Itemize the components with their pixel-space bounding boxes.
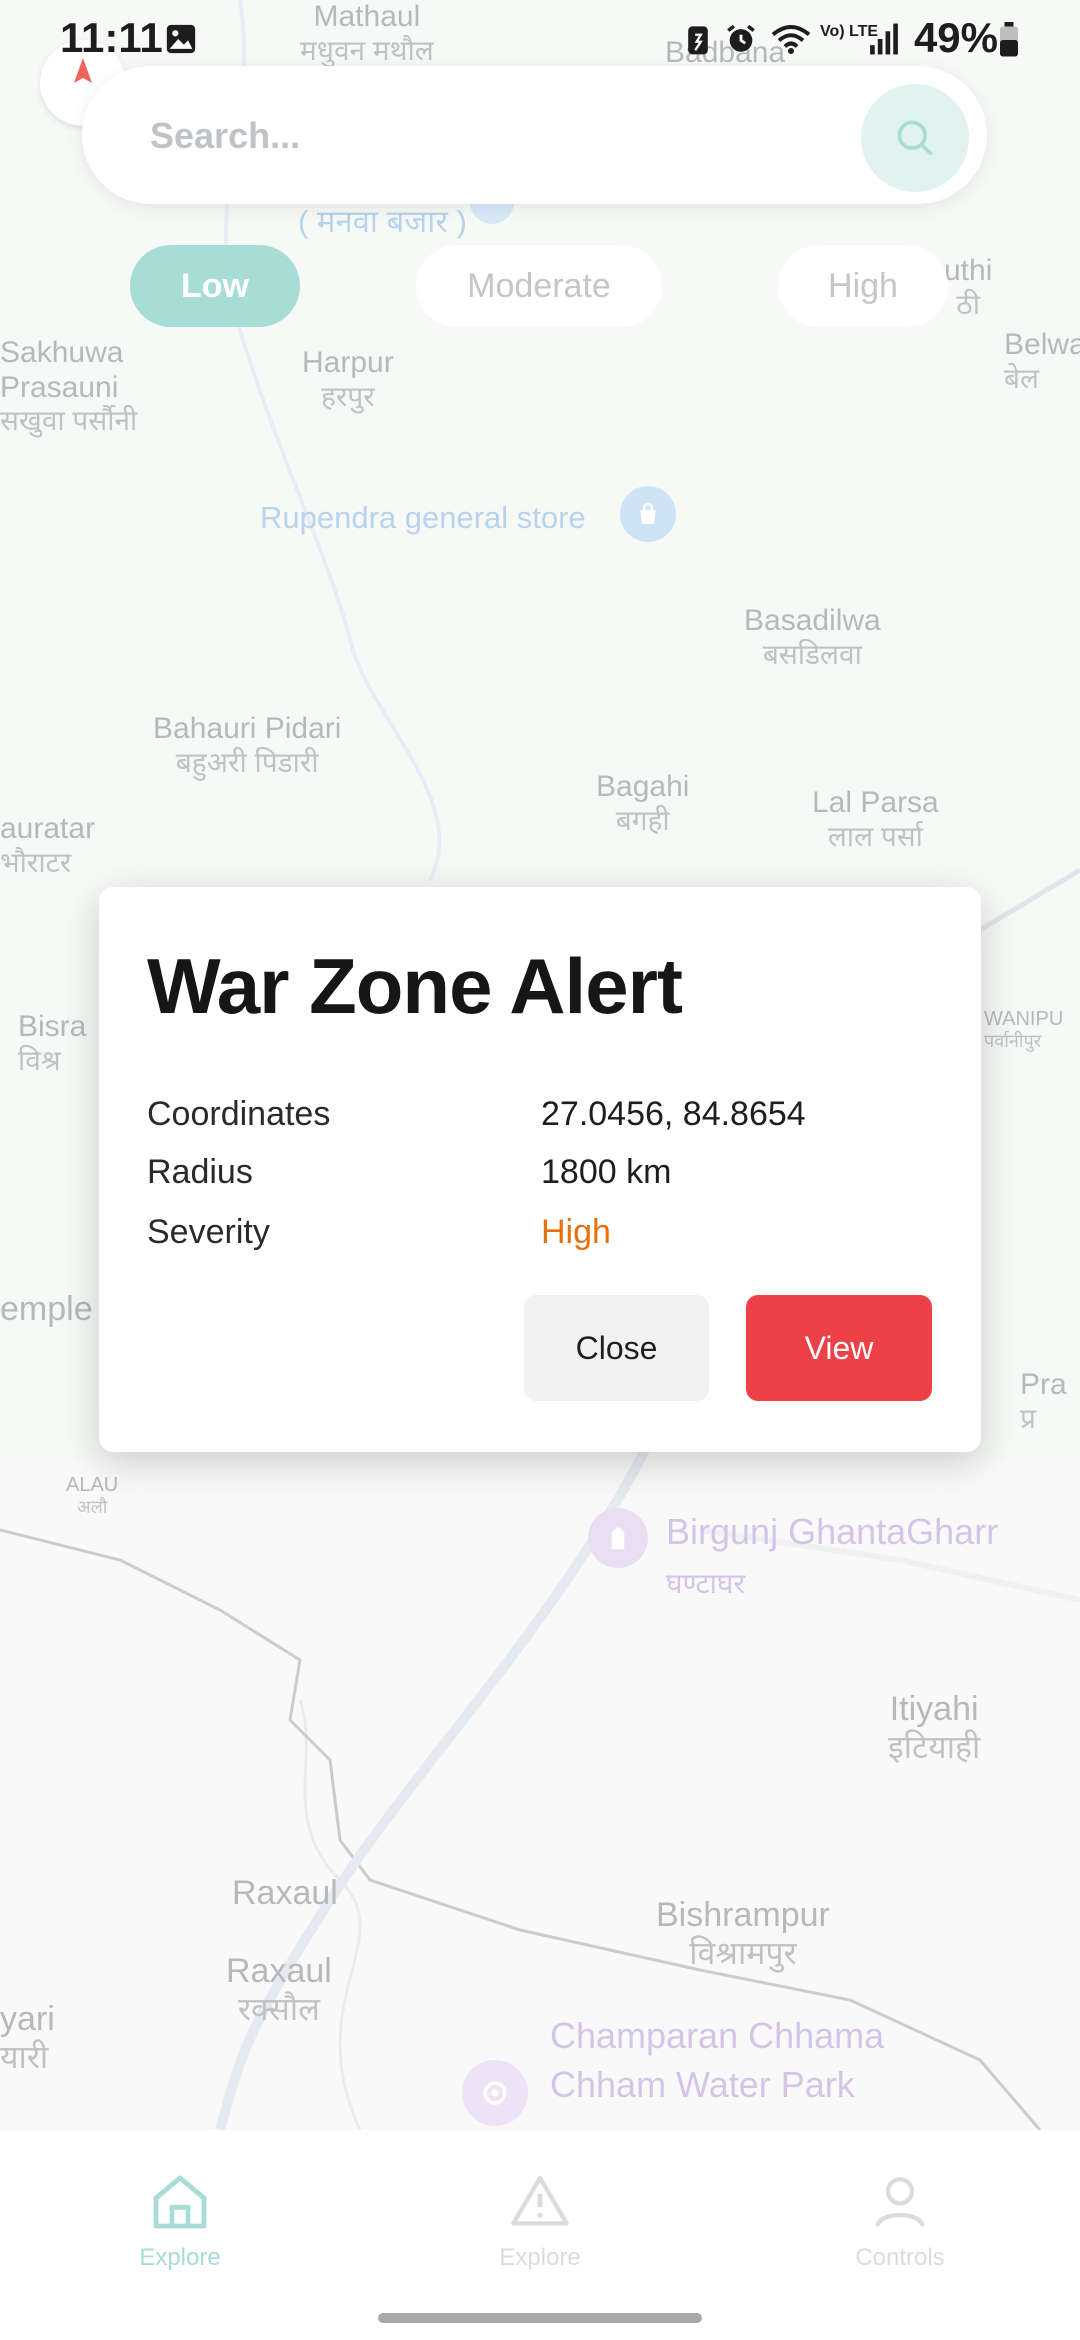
nav-item-alerts[interactable]: Explore xyxy=(450,2170,630,2310)
data-saver-icon xyxy=(684,22,712,61)
nav-label: Explore xyxy=(139,2244,221,2271)
nav-label: Controls xyxy=(855,2244,945,2271)
nav-item-explore[interactable]: Explore xyxy=(90,2170,270,2310)
search-bar xyxy=(82,66,987,204)
signal-icon xyxy=(868,22,900,61)
home-icon xyxy=(153,2175,207,2229)
coordinates-value: 27.0456, 84.8654 xyxy=(541,1095,806,1133)
wifi-icon xyxy=(770,22,812,61)
warning-icon xyxy=(511,2175,569,2226)
battery-icon xyxy=(998,22,1020,63)
user-icon xyxy=(875,2177,925,2227)
battery-percent: 49% xyxy=(913,14,998,61)
radius-value: 1800 km xyxy=(541,1153,672,1191)
search-button[interactable] xyxy=(861,84,969,192)
bottom-navigation: Explore Explore Controls xyxy=(0,2130,1080,2340)
dialog-title: War Zone Alert xyxy=(147,942,683,1030)
nav-item-controls[interactable]: Controls xyxy=(810,2170,990,2310)
filter-chip-moderate[interactable]: Moderate xyxy=(416,245,662,327)
search-icon xyxy=(897,120,933,156)
view-button[interactable]: View xyxy=(746,1295,932,1401)
filter-chip-low[interactable]: Low xyxy=(130,245,300,327)
status-time: 11:11 xyxy=(60,14,163,61)
nav-label: Explore xyxy=(499,2244,581,2271)
severity-value: High xyxy=(541,1213,611,1251)
status-bar: 11:11 Vo) LTE 49% xyxy=(0,0,1080,84)
severity-label: Severity xyxy=(147,1213,270,1251)
filter-chip-high[interactable]: High xyxy=(778,245,948,327)
close-button[interactable]: Close xyxy=(524,1295,709,1401)
alarm-icon xyxy=(724,22,758,61)
search-input[interactable] xyxy=(148,100,852,172)
war-zone-alert-dialog: War Zone Alert Coordinates 27.0456, 84.8… xyxy=(99,887,981,1452)
radius-label: Radius xyxy=(147,1153,253,1191)
gallery-icon xyxy=(164,22,198,61)
coordinates-label: Coordinates xyxy=(147,1095,331,1133)
home-indicator[interactable] xyxy=(378,2313,702,2323)
